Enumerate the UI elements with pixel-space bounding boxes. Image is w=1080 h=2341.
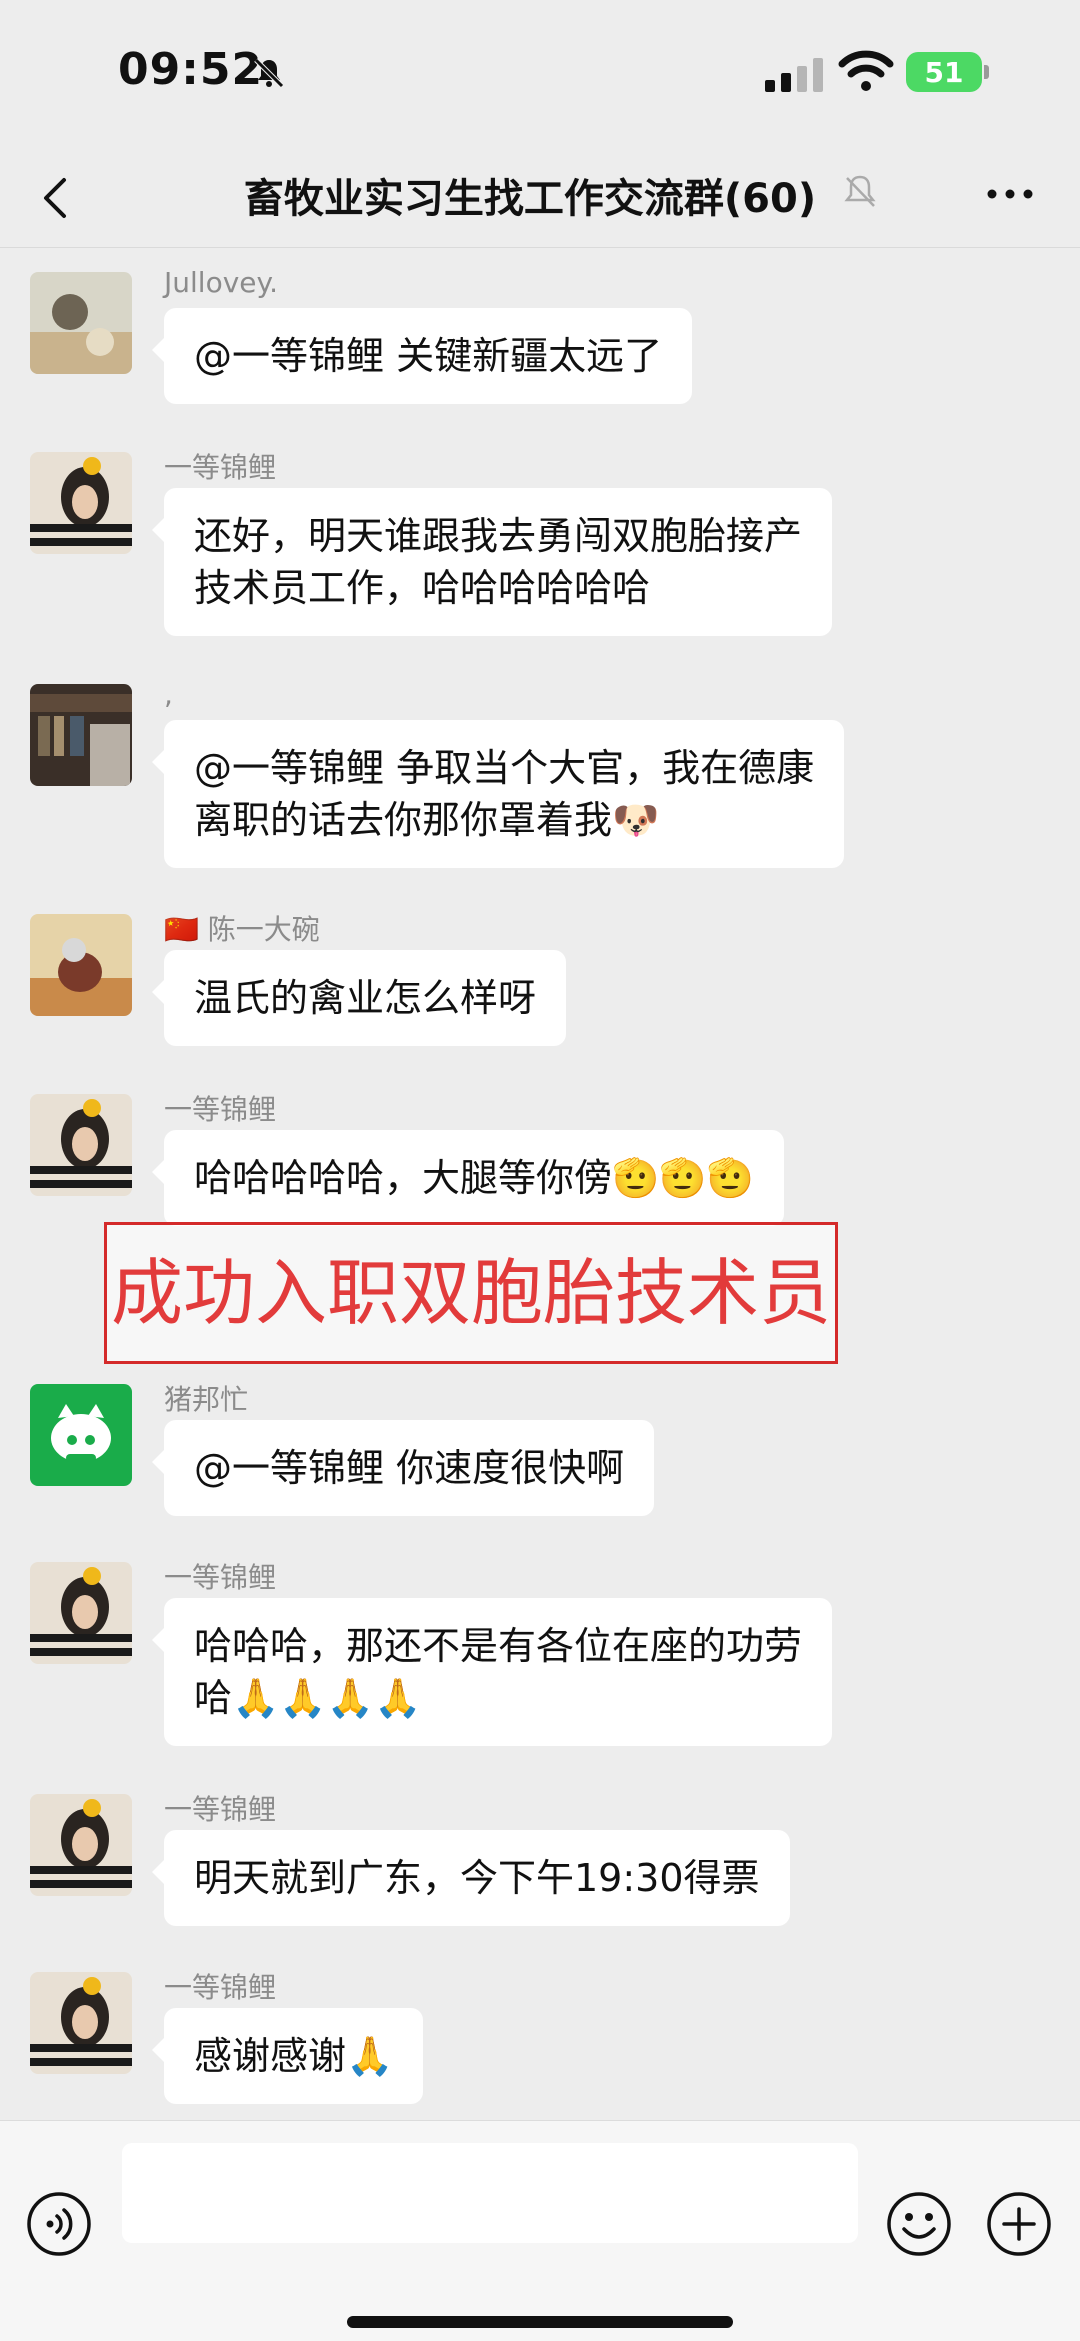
avatar[interactable] (30, 452, 132, 554)
sender-name: 猪邦忙 (164, 1383, 249, 1416)
avatar[interactable] (30, 1094, 132, 1196)
avatar[interactable] (30, 1794, 132, 1896)
more-dots-icon[interactable] (984, 186, 1036, 202)
sender-name: 🇨🇳 陈一大碗 (164, 913, 320, 946)
avatar[interactable] (30, 914, 132, 1016)
message-input[interactable] (122, 2143, 858, 2243)
avatar[interactable] (30, 1562, 132, 1664)
message-bubble[interactable]: @一等锦鲤 关键新疆太远了 (151, 308, 693, 404)
overlay-caption: 成功入职双胞胎技术员 (104, 1222, 838, 1364)
muted-bell-icon (844, 175, 876, 207)
message-bubble[interactable]: 哈哈哈哈哈，大腿等你傍🫡🫡🫡 (152, 1130, 784, 1226)
sender-name: 一等锦鲤 (164, 1561, 277, 1594)
message-bubble[interactable]: 温氏的禽业怎么样呀 (151, 950, 567, 1046)
status-bar: 09:52 51 (0, 0, 1080, 148)
input-bar (0, 2120, 1080, 2341)
sender-name: 一等锦鲤 (164, 1971, 277, 2004)
plus-icon[interactable] (986, 2191, 1052, 2257)
voice-icon[interactable] (26, 2191, 92, 2257)
avatar[interactable] (30, 1384, 132, 1486)
sender-name: Jullovey. (164, 266, 278, 299)
sender-name: 一等锦鲤 (164, 1793, 277, 1826)
cellular-signal-icon (765, 58, 823, 92)
message-bubble[interactable]: 哈哈哈，那还不是有各位在座的功劳 哈🙏🙏🙏🙏 (151, 1598, 833, 1746)
sender-name: 一等锦鲤 (164, 451, 277, 484)
avatar[interactable] (30, 684, 132, 786)
status-time: 09:52 (118, 44, 264, 95)
message-list[interactable]: Jullovey. @一等锦鲤 关键新疆太远了 一等锦鲤 还好，明天谁跟我去勇闯… (0, 248, 1080, 2120)
avatar[interactable] (30, 272, 132, 374)
home-indicator[interactable] (347, 2316, 733, 2328)
avatar[interactable] (30, 1972, 132, 2074)
battery-level: 51 (924, 55, 964, 89)
message-bubble[interactable]: 还好，明天谁跟我去勇闯双胞胎接产 技术员工作，哈哈哈哈哈哈 (151, 488, 833, 636)
message-bubble[interactable]: 感谢感谢🙏 (151, 2008, 424, 2104)
message-bubble[interactable]: @一等锦鲤 争取当个大官，我在德康 离职的话去你那你罩着我🐶 (151, 720, 845, 868)
sender-name: 一等锦鲤 (164, 1093, 277, 1126)
mute-bell-icon (254, 58, 284, 88)
sender-name: , (164, 678, 173, 711)
wifi-icon (838, 50, 894, 91)
battery-charging-icon: 51 (906, 52, 989, 92)
chat-title[interactable]: 畜牧业实习生找工作交流群(60) (0, 166, 1080, 224)
message-bubble[interactable]: 明天就到广东，今下午19:30得票 (152, 1830, 790, 1926)
emoji-face-icon[interactable] (886, 2191, 952, 2257)
message-bubble[interactable]: @一等锦鲤 你速度很快啊 (151, 1420, 655, 1516)
chat-header: 畜牧业实习生找工作交流群(60) (0, 148, 1080, 248)
